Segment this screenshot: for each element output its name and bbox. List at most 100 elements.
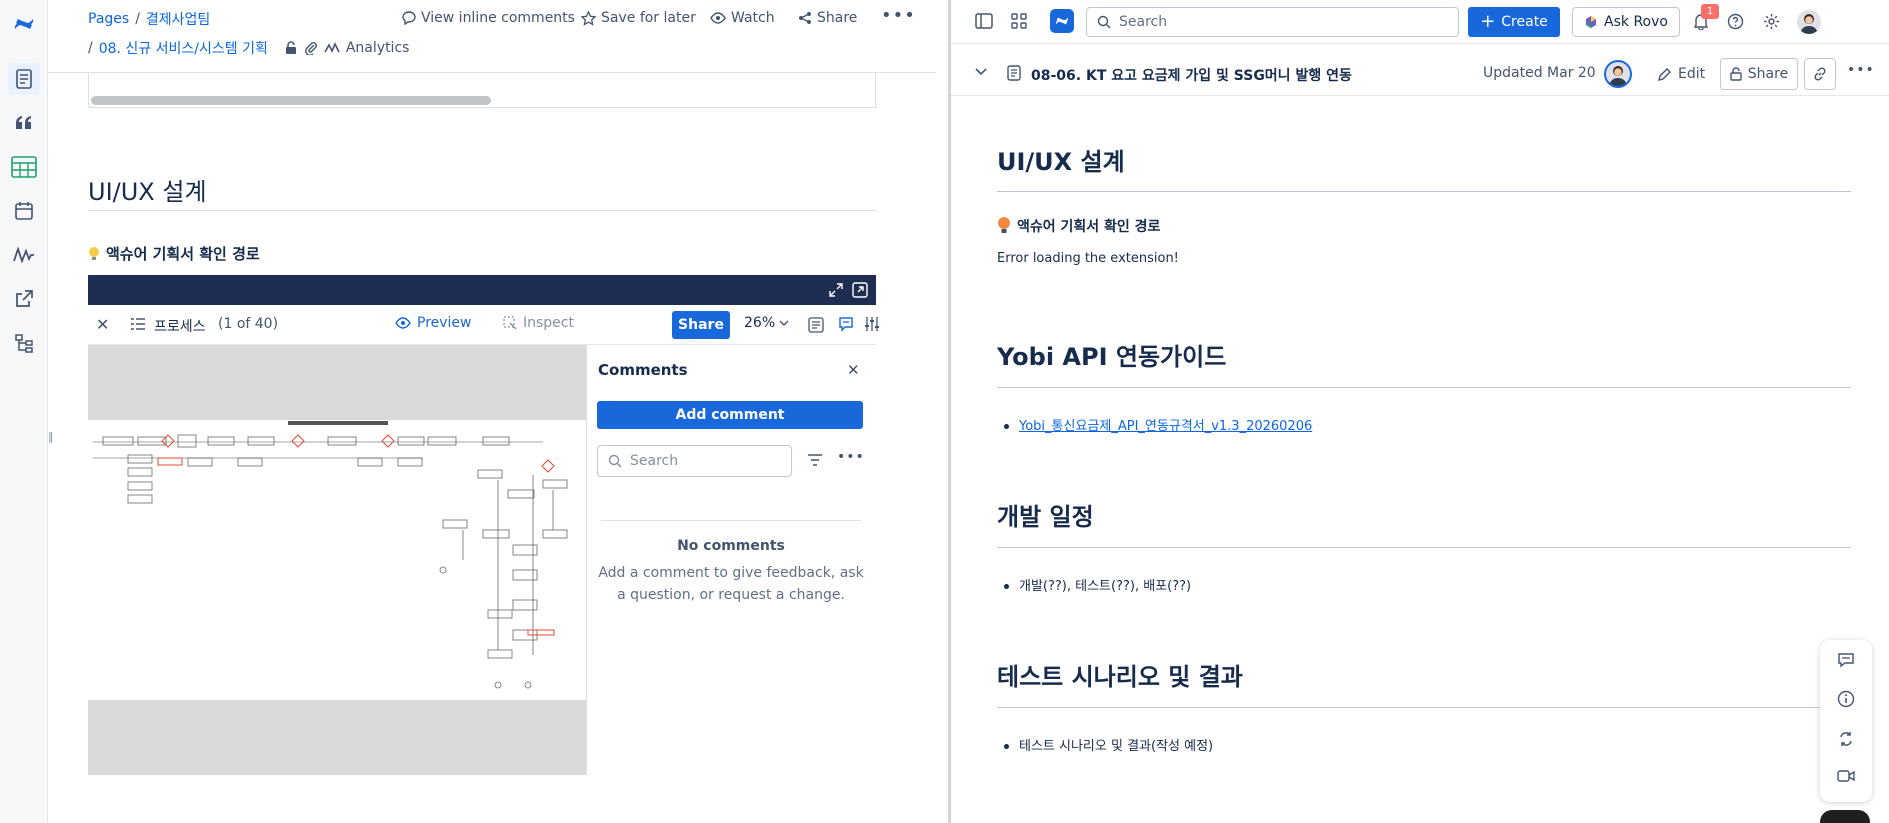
app-switcher-icon[interactable] [1011, 13, 1027, 29]
calendar-icon[interactable] [8, 195, 40, 227]
hierarchy-icon[interactable] [8, 327, 40, 359]
flowchart-diagram-icon [93, 421, 568, 689]
edit-label: Edit [1678, 66, 1706, 82]
pencil-icon [1658, 67, 1671, 81]
chat-launcher-button[interactable] [1820, 810, 1870, 823]
breadcrumb-parent[interactable]: 08. 신규 서비스/시스템 기획 [99, 38, 268, 58]
preview-tab[interactable]: Preview [395, 315, 472, 331]
edit-button[interactable]: Edit [1651, 60, 1711, 88]
external-link-icon[interactable] [8, 283, 40, 315]
activity-icon[interactable] [8, 239, 40, 271]
loop-icon[interactable] [1837, 730, 1855, 748]
chevron-down-icon [779, 320, 789, 326]
viewer-page-label[interactable]: 프로세스 [154, 316, 206, 336]
close-viewer-icon[interactable]: ✕ [96, 315, 109, 334]
comments-search-placeholder: Search [630, 453, 679, 469]
viewer-share-button[interactable]: Share [672, 311, 730, 339]
updated-date[interactable]: Updated Mar 20 [1483, 65, 1596, 81]
close-comments-icon[interactable]: ✕ [847, 361, 860, 379]
expand-icon[interactable] [828, 282, 844, 298]
section-rule [997, 191, 1851, 192]
rovo-icon [1586, 16, 1597, 28]
section-heading-schedule: 개발 일정 [997, 503, 1094, 531]
schedule-text: 개발(??), 테스트(??), 배포(??) [1019, 579, 1192, 594]
left-nav-rail: ‖ [0, 0, 54, 823]
view-inline-comments-label: View inline comments [421, 10, 575, 26]
author-avatar[interactable] [1604, 60, 1632, 88]
user-avatar[interactable] [1797, 10, 1821, 34]
collapse-chevron-icon[interactable] [975, 68, 987, 76]
quote-icon[interactable] [8, 107, 40, 139]
comments-search-input[interactable]: Search [597, 445, 792, 477]
inspect-label: Inspect [523, 315, 574, 331]
preview-label: Preview [417, 315, 472, 331]
watch-button[interactable]: Watch [710, 10, 775, 26]
global-search-input[interactable]: Search [1086, 7, 1459, 37]
settings-sliders-icon[interactable] [864, 316, 880, 332]
save-for-later-button[interactable]: Save for later [581, 10, 696, 26]
confluence-logo-icon[interactable] [8, 8, 40, 40]
viewer-header-bar [88, 275, 876, 305]
page-header-bar: 08-06. KT 요고 요금제 가입 및 SSG머니 발행 연동 Update… [951, 52, 1889, 96]
zoom-select[interactable]: 26% [744, 315, 789, 331]
section-heading-test: 테스트 시나리오 및 결과 [997, 663, 1243, 691]
database-table-icon[interactable] [8, 151, 40, 183]
ask-rovo-button[interactable]: Ask Rovo [1572, 7, 1680, 37]
filter-icon[interactable] [807, 453, 823, 467]
share-link-button[interactable]: Share [798, 10, 857, 26]
section-heading-uiux: UI/UX 설계 [997, 148, 1125, 176]
copy-link-button[interactable] [1804, 58, 1836, 90]
prototype-canvas[interactable] [88, 345, 586, 775]
comment-icon [402, 11, 416, 25]
sidebar-toggle-icon[interactable] [975, 13, 993, 29]
notification-badge: 1 [1701, 4, 1719, 19]
breadcrumb-space[interactable]: 결제사업팀 [146, 9, 210, 29]
callout: 액슈어 기획서 확인 경로 [88, 243, 260, 264]
breadcrumb: Pages / 결제사업팀 [88, 9, 210, 29]
comments-more-icon[interactable]: ••• [837, 449, 865, 465]
search-icon [1097, 15, 1111, 29]
page-share-button[interactable]: Share [1720, 58, 1798, 90]
page-list-icon[interactable] [130, 317, 146, 331]
notes-icon[interactable] [808, 317, 824, 333]
page-more-icon[interactable]: ••• [1847, 62, 1875, 78]
viewer-toolbar: ✕ 프로세스 (1 of 40) Preview Inspect Share 2… [88, 305, 879, 345]
comments-icon[interactable] [1837, 652, 1855, 668]
zoom-value: 26% [744, 315, 776, 331]
no-comments-line-2: a question, or request a change. [617, 587, 845, 603]
api-spec-link[interactable]: Yobi_통신요금제_API_연동규격서_v1.3_20260206 [1019, 419, 1312, 434]
inspect-icon [503, 316, 517, 330]
section-heading-yobi-api: Yobi API 연동가이드 [997, 343, 1227, 371]
extension-error-text: Error loading the extension! [997, 251, 1179, 266]
page-icon[interactable] [8, 63, 40, 95]
view-inline-comments-button[interactable]: View inline comments [402, 10, 575, 26]
search-icon [608, 454, 622, 468]
comments-toggle-icon[interactable] [838, 316, 854, 332]
more-actions-icon[interactable]: ••• [881, 5, 916, 26]
flowchart-thumbnail [88, 420, 586, 700]
settings-gear-icon[interactable] [1763, 13, 1780, 30]
confluence-logo-icon[interactable] [1050, 9, 1074, 33]
help-icon[interactable] [1727, 13, 1744, 30]
right-callout: 액슈어 기획서 확인 경로 [997, 216, 1160, 236]
open-external-icon[interactable] [852, 282, 868, 298]
video-icon[interactable] [1837, 769, 1855, 783]
horizontal-scrollbar[interactable] [91, 96, 491, 105]
global-search-placeholder: Search [1119, 14, 1168, 30]
left-page-pane: Pages / 결제사업팀 / 08. 신규 서비스/시스템 기획 Analyt… [48, 0, 936, 823]
breadcrumb-pages[interactable]: Pages [88, 11, 129, 27]
attachment-icon[interactable] [304, 41, 318, 55]
inspect-tab[interactable]: Inspect [503, 315, 574, 331]
breadcrumb-separator: / [135, 11, 140, 27]
add-comment-button[interactable]: Add comment [597, 401, 863, 429]
top-navigation-bar: Search + Create Ask Rovo 1 [951, 0, 1889, 44]
list-item: 개발(??), 테스트(??), 배포(??) [1004, 575, 1191, 594]
info-icon[interactable] [1837, 690, 1855, 708]
no-comments-line-1: Add a comment to give feedback, ask [598, 565, 864, 581]
restrictions-icon[interactable] [284, 41, 298, 55]
breadcrumb-separator: / [88, 40, 93, 56]
share-label: Share [817, 10, 858, 26]
analytics-link[interactable]: Analytics [346, 40, 410, 56]
create-button[interactable]: + Create [1468, 7, 1560, 37]
test-text: 테스트 시나리오 및 결과(작성 예정) [1019, 739, 1214, 754]
